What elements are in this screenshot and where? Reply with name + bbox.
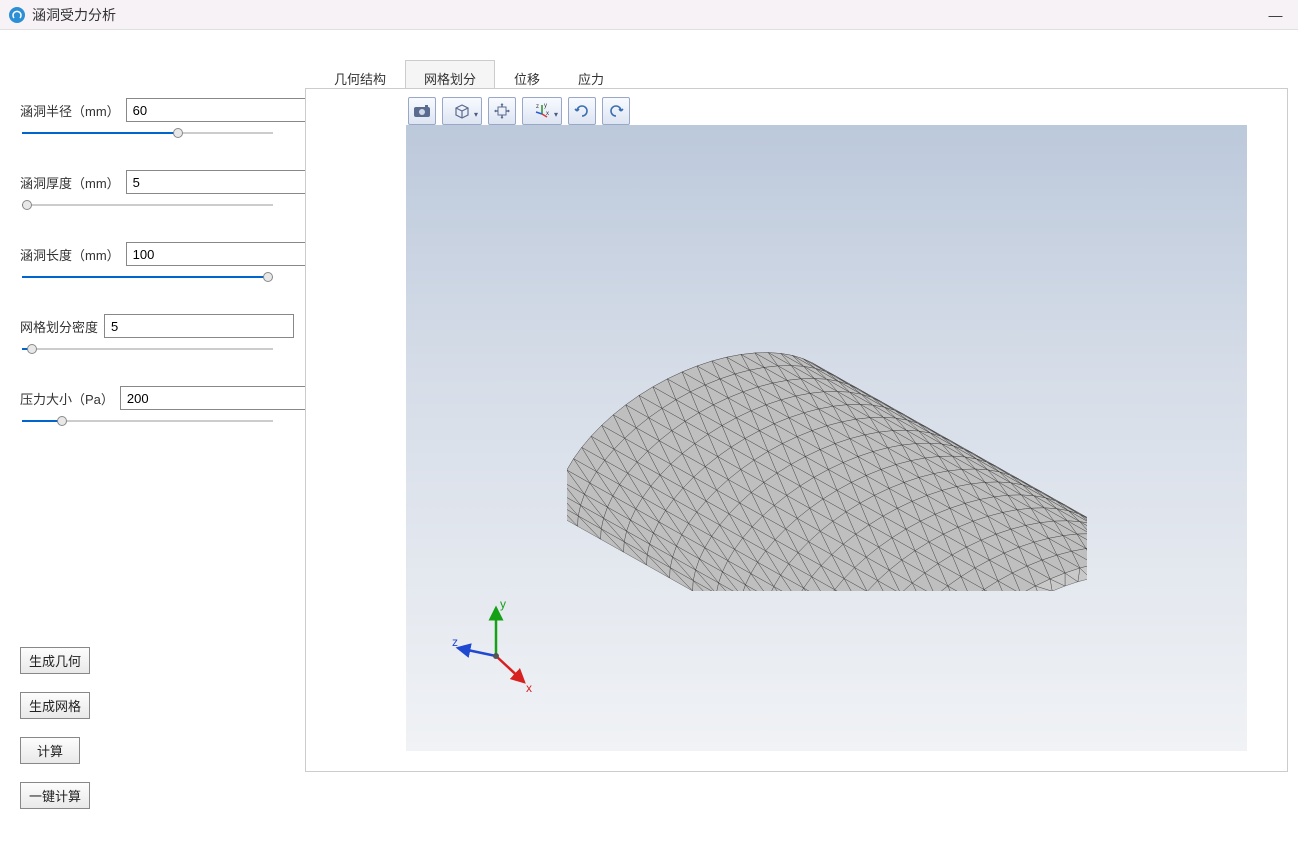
- orientation-axes: y z x: [446, 596, 546, 696]
- main-panel: 几何结构 网格划分 位移 应力 ▾: [305, 30, 1298, 847]
- axes-icon[interactable]: z y x ▾: [522, 97, 562, 125]
- radius-slider[interactable]: [22, 126, 273, 140]
- thickness-label: 涵洞厚度（mm）: [20, 173, 120, 192]
- param-thickness: 涵洞厚度（mm）: [20, 170, 275, 212]
- rotate-ccw-icon[interactable]: [568, 97, 596, 125]
- pan-icon[interactable]: [488, 97, 516, 125]
- generate-mesh-button[interactable]: 生成网格: [20, 692, 90, 719]
- svg-text:x: x: [546, 111, 549, 117]
- thickness-input[interactable]: [126, 170, 316, 194]
- camera-icon[interactable]: [408, 97, 436, 125]
- app-icon: [8, 6, 26, 24]
- minimize-button[interactable]: —: [1253, 0, 1298, 30]
- thickness-slider[interactable]: [22, 198, 273, 212]
- param-mesh: 网格划分密度: [20, 314, 275, 356]
- titlebar: 涵洞受力分析 —: [0, 0, 1298, 30]
- compute-button[interactable]: 计算: [20, 737, 80, 764]
- window-title: 涵洞受力分析: [32, 5, 116, 25]
- window-controls: —: [1253, 0, 1298, 30]
- viewport: ▾ z y x ▾: [305, 88, 1288, 772]
- generate-geometry-button[interactable]: 生成几何: [20, 647, 90, 674]
- svg-text:y: y: [544, 103, 547, 109]
- params-sidebar: 涵洞半径（mm） 涵洞厚度（mm） 涵洞长度（mm）: [0, 30, 305, 847]
- box-view-icon[interactable]: ▾: [442, 97, 482, 125]
- mesh-input[interactable]: [104, 314, 294, 338]
- pressure-input[interactable]: [120, 386, 310, 410]
- axis-z-label: z: [452, 635, 458, 649]
- axis-x-label: x: [526, 681, 532, 695]
- axis-y-label: y: [500, 597, 506, 611]
- param-length: 涵洞长度（mm）: [20, 242, 275, 284]
- radius-input[interactable]: [126, 98, 316, 122]
- param-pressure: 压力大小（Pa）: [20, 386, 275, 428]
- mesh-rendering: [567, 251, 1087, 591]
- mesh-slider[interactable]: [22, 342, 273, 356]
- one-click-compute-button[interactable]: 一键计算: [20, 782, 90, 809]
- length-input[interactable]: [126, 242, 316, 266]
- param-radius: 涵洞半径（mm）: [20, 98, 275, 140]
- rotate-cw-icon[interactable]: [602, 97, 630, 125]
- radius-label: 涵洞半径（mm）: [20, 101, 120, 120]
- pressure-slider[interactable]: [22, 414, 273, 428]
- canvas-3d[interactable]: ▾ z y x ▾: [406, 125, 1247, 751]
- pressure-label: 压力大小（Pa）: [20, 389, 114, 408]
- mesh-label: 网格划分密度: [20, 317, 98, 336]
- length-slider[interactable]: [22, 270, 273, 284]
- svg-text:z: z: [536, 104, 539, 110]
- length-label: 涵洞长度（mm）: [20, 245, 120, 264]
- view-toolbar: ▾ z y x ▾: [408, 97, 630, 125]
